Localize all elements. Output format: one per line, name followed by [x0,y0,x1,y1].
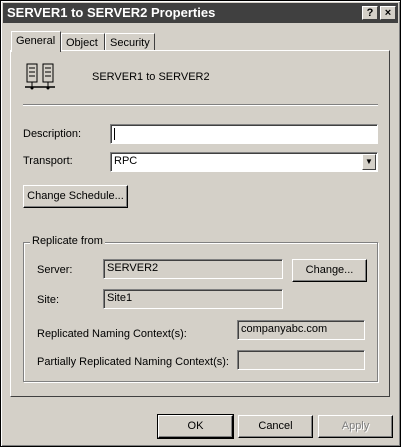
transport-label: Transport: [23,155,73,167]
replicate-from-group: Replicate from Server: SERVER2 Change...… [23,235,378,382]
site-field: Site1 [103,289,283,309]
tab-general-label: General [16,35,56,47]
site-label: Site: [37,294,60,306]
connection-name: SERVER1 to SERVER2 [92,71,210,83]
close-button[interactable]: × [380,6,396,20]
title-bar[interactable]: SERVER1 to SERVER2 Properties ? × [3,3,398,23]
partially-replicated-naming-context-label: Partially Replicated Naming Context(s): [37,356,229,368]
chevron-down-icon[interactable]: ▼ [362,154,376,170]
tab-security[interactable]: Security [105,33,155,51]
help-button[interactable]: ? [362,6,378,20]
description-label: Description: [23,128,82,140]
replicated-naming-context-label: Replicated Naming Context(s): [37,328,187,340]
replication-servers-icon [25,63,55,90]
change-schedule-button[interactable]: Change Schedule... [23,185,128,208]
server-field: SERVER2 [103,259,283,279]
tab-general[interactable]: General [11,31,61,52]
transport-value: RPC [114,155,138,167]
server-value: SERVER2 [107,262,159,274]
replicate-from-title: Replicate from [30,235,105,247]
window-title: SERVER1 to SERVER2 Properties [7,5,216,20]
properties-dialog: SERVER1 to SERVER2 Properties ? × Genera… [0,0,401,447]
general-panel: SERVER1 to SERVER2 Description: Transpor… [10,50,390,397]
cancel-button[interactable]: Cancel [238,415,313,438]
replicated-naming-context-value: companyabc.com [241,323,328,335]
replicated-naming-context-field: companyabc.com [237,320,365,340]
text-caret [114,128,115,140]
change-server-button[interactable]: Change... [292,259,367,282]
server-label: Server: [37,264,73,276]
ok-button[interactable]: OK [157,414,234,439]
description-field[interactable] [110,124,378,144]
header-divider [23,104,378,106]
partially-replicated-naming-context-field [237,350,365,370]
transport-select[interactable]: RPC ▼ [110,152,378,172]
tab-object[interactable]: Object [61,33,105,51]
apply-button[interactable]: Apply [318,415,393,438]
tab-security-label: Security [110,37,150,49]
tab-object-label: Object [66,37,98,49]
site-value: Site1 [107,292,133,304]
